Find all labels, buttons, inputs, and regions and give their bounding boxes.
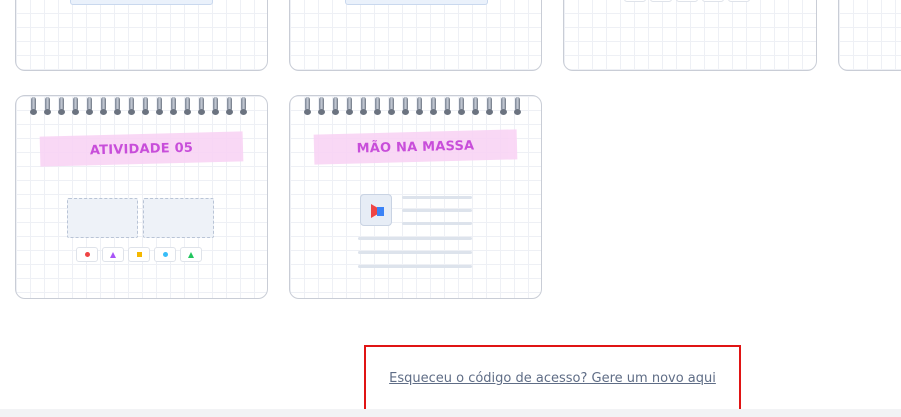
activity-card-video-2[interactable] (289, 0, 542, 71)
card-title: ATIVIDADE 05 (89, 140, 194, 158)
blue-circle-icon (702, 0, 724, 2)
activity-card-atividade-05[interactable]: ATIVIDADE 05 (15, 95, 268, 299)
text-line (358, 251, 472, 254)
yellow-square-icon[interactable] (128, 247, 150, 262)
notebook-spiral (16, 96, 267, 116)
shape-options (76, 247, 202, 262)
card-title: MÃO NA MASSA (356, 137, 475, 157)
footer-strip (0, 409, 901, 417)
notebook-spiral (290, 96, 541, 116)
green-triangle-icon[interactable] (180, 247, 202, 262)
drop-zone (67, 198, 138, 238)
yellow-square-icon (676, 0, 698, 2)
activity-card-partial[interactable] (838, 0, 901, 71)
title-tape: ATIVIDADE 05 (39, 131, 244, 167)
drop-zone (143, 198, 214, 238)
video-thumbnail (345, 0, 488, 5)
text-line (358, 265, 472, 268)
video-thumbnail (70, 0, 213, 5)
highlight-box: Esqueceu o código de acesso? Gere um nov… (364, 345, 741, 411)
text-line (402, 196, 472, 199)
activity-card-video-1[interactable] (15, 0, 268, 71)
purple-triangle-icon[interactable] (102, 247, 124, 262)
red-circle-icon[interactable] (76, 247, 98, 262)
flag-document-icon (360, 194, 392, 226)
activity-card-mao-na-massa[interactable]: MÃO NA MASSA (289, 95, 542, 299)
purple-triangle-icon (650, 0, 672, 2)
regenerate-access-code-link[interactable]: Esqueceu o código de acesso? Gere um nov… (389, 371, 716, 386)
blue-circle-icon[interactable] (154, 247, 176, 262)
activity-card-shapes[interactable] (563, 0, 817, 71)
shape-options (624, 0, 750, 2)
text-line (402, 222, 472, 225)
title-tape: MÃO NA MASSA (313, 129, 518, 165)
green-triangle-icon (728, 0, 750, 2)
text-line (358, 237, 472, 240)
red-circle-icon (624, 0, 646, 2)
text-line (402, 209, 472, 212)
